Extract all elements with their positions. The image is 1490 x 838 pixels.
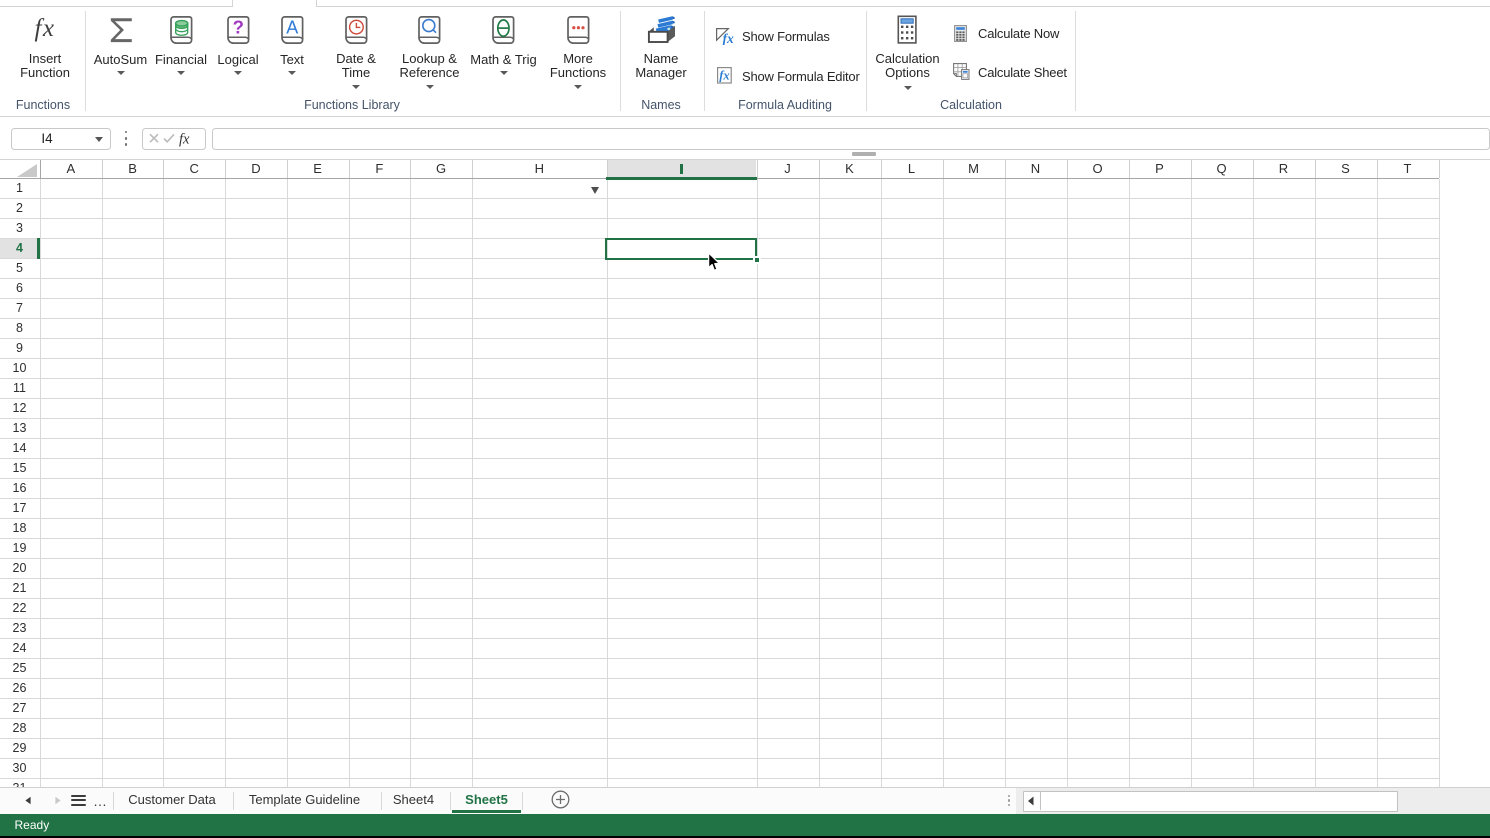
svg-text:A: A xyxy=(286,18,298,38)
svg-text:fx: fx xyxy=(179,131,190,147)
svg-text:?: ? xyxy=(232,17,243,38)
svg-text:fx: fx xyxy=(723,31,734,45)
